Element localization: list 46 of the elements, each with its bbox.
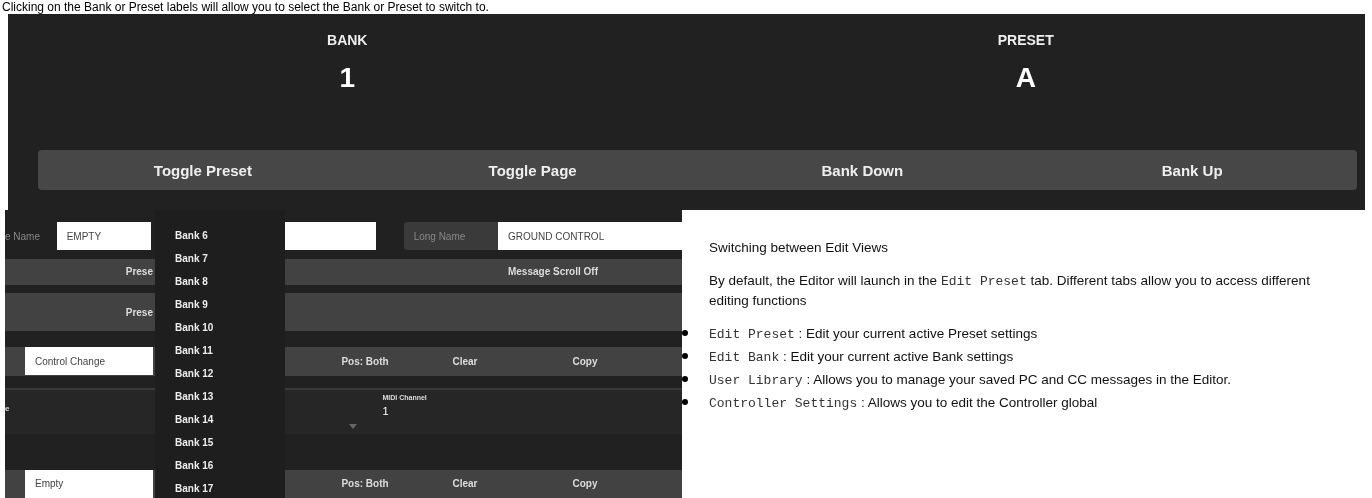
preset-value[interactable]: A bbox=[1015, 62, 1036, 94]
bank-label[interactable]: BANK bbox=[327, 32, 368, 48]
long-name-field[interactable]: GROUND CONTROL bbox=[498, 222, 682, 251]
action-button[interactable]: Copy bbox=[572, 355, 598, 367]
message-type-field[interactable]: Empty bbox=[25, 469, 153, 498]
option-label: Prese bbox=[125, 266, 153, 278]
field-label: e Name bbox=[5, 230, 41, 242]
dropdown-item[interactable]: Bank 9 bbox=[175, 293, 285, 316]
dropdown-item[interactable]: Bank 15 bbox=[175, 431, 285, 454]
field-label: e bbox=[5, 403, 10, 413]
dropdown-item[interactable]: Bank 8 bbox=[175, 270, 285, 293]
control-button[interactable]: Bank Down bbox=[697, 150, 1028, 190]
dropdown-item[interactable]: Bank 13 bbox=[175, 385, 285, 408]
dropdown-item[interactable]: Bank 17 bbox=[175, 477, 285, 498]
action-button[interactable]: Pos: Both bbox=[341, 355, 389, 367]
dropdown-item[interactable]: Bank 10 bbox=[175, 316, 285, 339]
caret-icon[interactable] bbox=[349, 423, 358, 429]
option-label: Message Scroll Off bbox=[507, 266, 598, 278]
list-item: Edit Bank : Edit your current active Bank settings bbox=[682, 347, 1312, 367]
section-heading: Switching between Edit Views bbox=[709, 239, 890, 257]
intro-text: Clicking on the Bank or Preset labels will allow you to select the Bank or Preset to switch to. bbox=[1, 0, 489, 14]
field-label: Long Name bbox=[403, 222, 499, 251]
dropdown-item[interactable]: Bank 11 bbox=[175, 339, 285, 362]
action-button[interactable]: Clear bbox=[452, 355, 478, 367]
control-button[interactable]: Toggle Preset bbox=[38, 150, 368, 190]
dropdown-item[interactable]: Bank 12 bbox=[175, 362, 285, 385]
action-button[interactable]: Copy bbox=[572, 478, 598, 490]
message-type-field[interactable]: Control Change bbox=[25, 347, 153, 376]
bank-value[interactable]: 1 bbox=[339, 62, 356, 94]
dropdown-item[interactable]: Bank 16 bbox=[175, 454, 285, 477]
list-item: Controller Settings : Allows you to edit the Controller global bbox=[682, 393, 1312, 413]
list-item: Edit Preset : Edit your current active Preset settings bbox=[682, 324, 1312, 344]
action-button[interactable]: Clear bbox=[452, 478, 478, 490]
control-button[interactable]: Bank Up bbox=[1027, 150, 1357, 190]
option-label: Prese bbox=[125, 306, 153, 318]
midi-channel-value[interactable]: 1 bbox=[382, 404, 427, 417]
dropdown-item[interactable]: Bank 14 bbox=[175, 408, 285, 431]
list-item: User Library : Allows you to manage your saved PC and CC messages in the Editor. bbox=[682, 370, 1312, 390]
paragraph: By default, the Editor will launch in the Edit Preset tab. Different tabs allow you to access different editing functions bbox=[709, 272, 1311, 310]
text-field[interactable] bbox=[284, 222, 376, 251]
preset-label[interactable]: PRESET bbox=[997, 32, 1054, 48]
action-button[interactable]: Pos: Both bbox=[341, 478, 389, 490]
short-name-field[interactable]: EMPTY bbox=[56, 222, 152, 251]
control-button[interactable]: Toggle Page bbox=[367, 150, 698, 190]
dropdown-item[interactable]: Bank 7 bbox=[175, 247, 285, 270]
dropdown-item[interactable]: Bank 6 bbox=[175, 224, 285, 247]
